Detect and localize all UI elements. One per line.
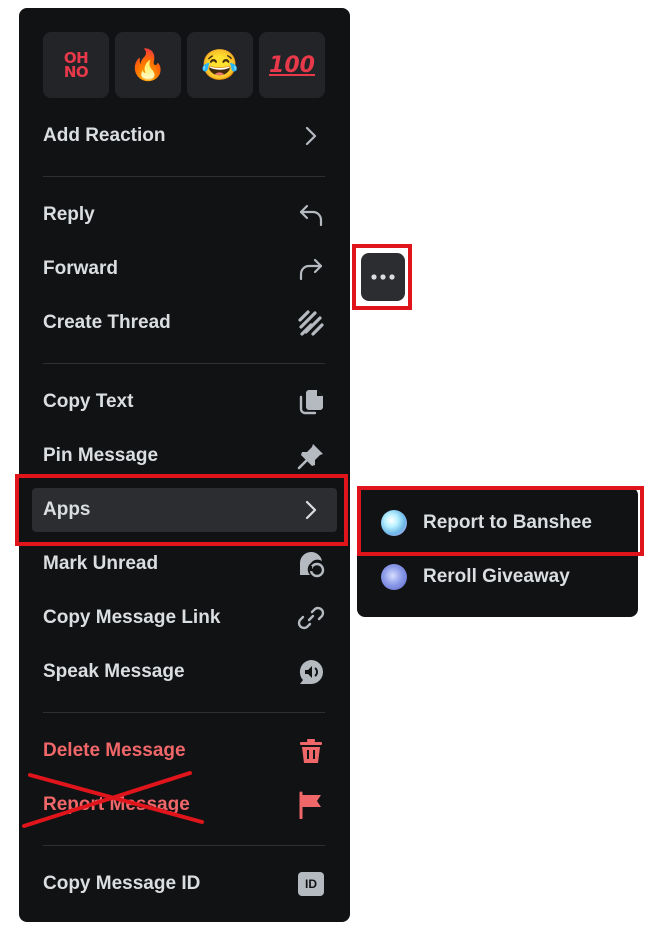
trash-icon xyxy=(297,737,325,765)
create-thread-item[interactable]: Create Thread xyxy=(32,301,337,345)
reroll-giveaway-label: Reroll Giveaway xyxy=(423,566,570,587)
reaction-oh-no[interactable]: OH NO xyxy=(43,32,109,98)
giveaway-bot-avatar xyxy=(381,564,407,590)
reaction-fire[interactable]: 🔥 xyxy=(115,32,181,98)
forward-arrow-icon xyxy=(297,255,325,283)
report-message-item[interactable]: Report Message xyxy=(32,783,337,827)
reply-arrow-icon xyxy=(297,201,325,229)
forward-item[interactable]: Forward xyxy=(32,247,337,291)
ellipsis-icon xyxy=(371,274,395,280)
joy-emoji-icon: 😂 xyxy=(201,48,239,82)
menu-divider xyxy=(43,176,325,177)
add-reaction-label: Add Reaction xyxy=(43,125,166,146)
banshee-avatar xyxy=(381,510,407,536)
copy-message-id-label: Copy Message ID xyxy=(43,873,201,894)
chevron-right-icon xyxy=(297,122,325,150)
oh-no-emoji-icon: OH NO xyxy=(63,49,89,81)
speak-message-label: Speak Message xyxy=(43,661,185,682)
fire-emoji-icon: 🔥 xyxy=(129,48,167,82)
report-to-banshee-label: Report to Banshee xyxy=(423,512,592,533)
reaction-joy[interactable]: 😂 xyxy=(187,32,253,98)
id-badge: ID xyxy=(298,872,324,896)
pin-icon xyxy=(297,442,325,470)
delete-message-item[interactable]: Delete Message xyxy=(32,729,337,773)
create-thread-label: Create Thread xyxy=(43,312,171,333)
speak-icon xyxy=(297,658,325,686)
menu-divider xyxy=(43,845,325,846)
copy-text-label: Copy Text xyxy=(43,391,134,412)
copy-text-item[interactable]: Copy Text xyxy=(32,380,337,424)
speak-message-item[interactable]: Speak Message xyxy=(32,650,337,694)
apps-submenu: Report to Banshee Reroll Giveaway xyxy=(357,487,638,617)
hundred-emoji-icon: 100 xyxy=(269,52,315,78)
delete-message-label: Delete Message xyxy=(43,740,186,761)
report-message-label: Report Message xyxy=(43,794,190,815)
reply-label: Reply xyxy=(43,204,95,225)
id-icon: ID xyxy=(297,870,325,898)
reroll-giveaway-item[interactable]: Reroll Giveaway xyxy=(365,555,635,599)
menu-divider xyxy=(43,712,325,713)
copy-message-link-item[interactable]: Copy Message Link xyxy=(32,596,337,640)
menu-divider xyxy=(43,363,325,364)
more-options-button[interactable] xyxy=(361,253,405,301)
thread-icon xyxy=(297,309,325,337)
reply-item[interactable]: Reply xyxy=(32,193,337,237)
link-icon xyxy=(297,604,325,632)
quick-reactions: OH NO 🔥 😂 100 xyxy=(43,32,327,98)
forward-label: Forward xyxy=(43,258,118,279)
mark-unread-item[interactable]: Mark Unread xyxy=(32,542,337,586)
pin-message-label: Pin Message xyxy=(43,445,159,466)
copy-icon xyxy=(297,388,325,416)
mark-unread-label: Mark Unread xyxy=(43,553,159,574)
flag-icon xyxy=(297,791,325,819)
reaction-hundred[interactable]: 100 xyxy=(259,32,325,98)
copy-message-id-item[interactable]: Copy Message ID ID xyxy=(32,862,337,906)
report-to-banshee-item[interactable]: Report to Banshee xyxy=(365,501,635,545)
message-context-menu: OHNO 🔥 😂 100 Add Reaction Reply Forward xyxy=(19,8,350,922)
chevron-right-icon xyxy=(297,496,325,524)
copy-message-link-label: Copy Message Link xyxy=(43,607,221,628)
mark-unread-icon xyxy=(297,550,325,578)
pin-message-item[interactable]: Pin Message xyxy=(32,434,337,478)
add-reaction-item[interactable]: Add Reaction xyxy=(32,114,337,158)
apps-item[interactable]: Apps xyxy=(32,488,337,532)
apps-label: Apps xyxy=(43,499,91,520)
